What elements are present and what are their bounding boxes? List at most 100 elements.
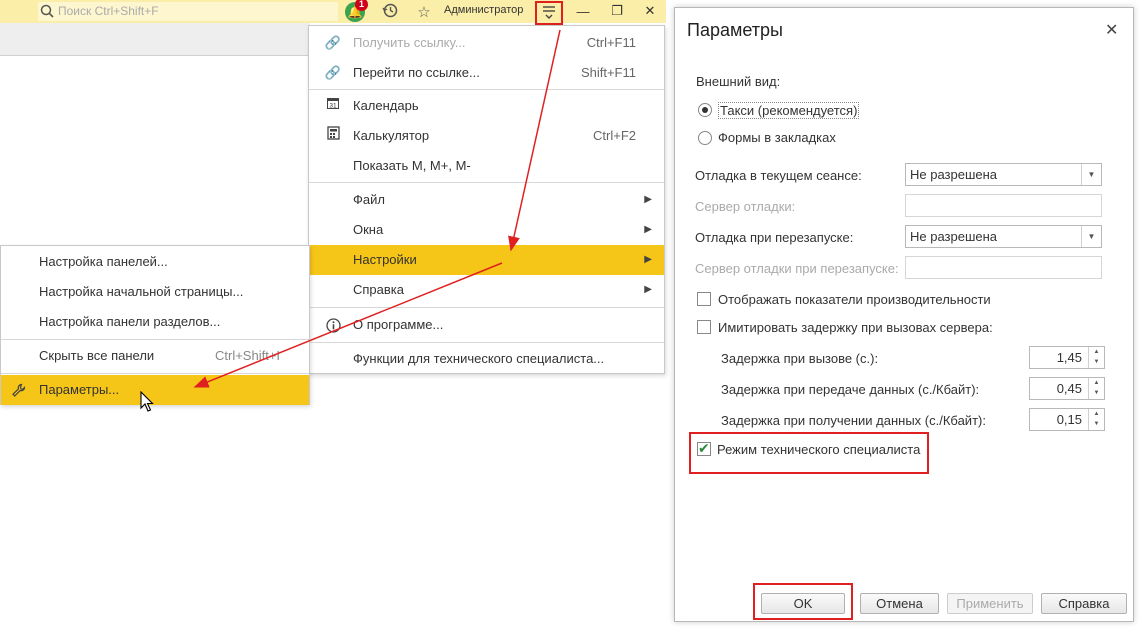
debug-server-restart-input[interactable] xyxy=(905,256,1102,279)
main-menu-icon xyxy=(541,4,557,23)
mouse-cursor-icon xyxy=(140,390,154,416)
calendar-icon: 31 xyxy=(324,91,342,121)
info-icon xyxy=(324,310,342,340)
simulate-delay-label[interactable]: Имитировать задержку при вызовах сервера… xyxy=(718,320,993,335)
debug-restart-select[interactable]: Не разрешена ▼ xyxy=(905,225,1102,248)
menu-item-calendar[interactable]: 31 Календарь xyxy=(309,91,664,121)
svg-text:31: 31 xyxy=(329,103,337,110)
call-delay-label: Задержка при вызове (с.): xyxy=(721,351,879,366)
menu-item-calculator[interactable]: Калькулятор Ctrl+F2 xyxy=(309,121,664,151)
notification-badge: 1 xyxy=(355,0,368,11)
debug-restart-label: Отладка при перезапуске: xyxy=(695,230,854,245)
menu-shortcut: Ctrl+F11 xyxy=(586,35,636,50)
search-input[interactable]: Поиск Ctrl+Shift+F xyxy=(38,2,338,21)
close-icon: ✕ xyxy=(644,3,656,18)
submenu-arrow-icon: ▶ xyxy=(644,254,652,265)
menu-divider xyxy=(309,182,664,183)
notifications-button[interactable]: 🔔 1 xyxy=(344,0,368,23)
dialog-title: Параметры xyxy=(687,20,783,40)
send-delay-label: Задержка при передаче данных (с./Кбайт): xyxy=(721,382,980,397)
spinner-icon[interactable]: ▲ ▼ xyxy=(1088,378,1104,399)
receive-delay-label: Задержка при получении данных (с./Кбайт)… xyxy=(721,413,986,428)
submenu-arrow-icon: ▶ xyxy=(644,194,652,205)
annotation-highlight xyxy=(753,583,853,620)
debug-session-select[interactable]: Не разрешена ▼ xyxy=(905,163,1102,186)
apply-button[interactable]: Применить xyxy=(947,593,1033,614)
call-delay-input[interactable]: 1,45 ▲ ▼ xyxy=(1029,346,1105,369)
star-icon: ☆ xyxy=(417,4,431,21)
minimize-icon: — xyxy=(576,3,590,19)
submenu-item-parameters[interactable]: Параметры... xyxy=(1,375,309,405)
restore-button[interactable]: ❐ xyxy=(602,0,632,22)
radio-taxi[interactable] xyxy=(698,103,712,117)
cancel-button[interactable]: Отмена xyxy=(860,593,939,614)
simulate-delay-checkbox[interactable] xyxy=(697,320,711,334)
menu-divider xyxy=(1,339,309,340)
debug-server-restart-label: Сервер отладки при перезапуске: xyxy=(695,261,899,276)
submenu-item-home-page-setup[interactable]: Настройка начальной страницы... xyxy=(1,277,309,307)
favorites-button[interactable]: ☆ xyxy=(413,1,435,23)
debug-session-value: Не разрешена xyxy=(910,167,998,182)
submenu-arrow-icon: ▶ xyxy=(644,284,652,295)
spinner-icon[interactable]: ▲ ▼ xyxy=(1088,409,1104,430)
help-button[interactable]: Справка xyxy=(1041,593,1127,614)
menu-item-show-m[interactable]: Показать M, M+, M- xyxy=(309,151,664,181)
section-panel xyxy=(0,23,310,56)
user-name[interactable]: Администратор xyxy=(444,0,523,23)
menu-item-settings[interactable]: Настройки ▶ xyxy=(309,245,664,275)
link-icon: 🔗 xyxy=(324,65,342,80)
menu-item-tech-functions[interactable]: Функции для технического специалиста... xyxy=(309,344,664,374)
close-window-button[interactable]: ✕ xyxy=(635,0,665,22)
menu-item-label: Получить ссылку... xyxy=(353,35,466,50)
history-button[interactable] xyxy=(379,1,401,23)
menu-item-windows[interactable]: Окна ▶ xyxy=(309,215,664,245)
submenu-item-panels-setup[interactable]: Настройка панелей... xyxy=(1,247,309,277)
settings-submenu: Настройка панелей... Настройка начальной… xyxy=(0,245,310,405)
show-performance-checkbox[interactable] xyxy=(697,292,711,306)
receive-delay-input[interactable]: 0,15 ▲ ▼ xyxy=(1029,408,1105,431)
send-delay-input[interactable]: 0,45 ▲ ▼ xyxy=(1029,377,1105,400)
spinner-icon[interactable]: ▲ ▼ xyxy=(1088,347,1104,368)
debug-restart-value: Не разрешена xyxy=(910,229,998,244)
menu-item-label: О программе... xyxy=(353,317,444,332)
link-icon: 🔗 xyxy=(324,35,342,50)
menu-item-label: Календарь xyxy=(353,98,419,113)
show-performance-label[interactable]: Отображать показатели производительности xyxy=(718,292,991,307)
submenu-item-hide-all-panels[interactable]: Скрыть все панели Ctrl+Shift+I xyxy=(1,341,309,371)
menu-item-get-link[interactable]: 🔗 Получить ссылку... Ctrl+F11 xyxy=(309,28,664,58)
call-delay-value: 1,45 xyxy=(1056,350,1082,365)
menu-item-file[interactable]: Файл ▶ xyxy=(309,185,664,215)
send-delay-value: 0,45 xyxy=(1056,381,1082,396)
menu-shortcut: Ctrl+Shift+I xyxy=(215,348,281,363)
submenu-item-sections-panel-setup[interactable]: Настройка панели разделов... xyxy=(1,307,309,337)
radio-tabs-label[interactable]: Формы в закладках xyxy=(718,130,836,145)
menu-item-label: Скрыть все панели xyxy=(39,348,155,363)
chevron-down-icon[interactable]: ▼ xyxy=(1081,226,1101,247)
search-placeholder: Поиск Ctrl+Shift+F xyxy=(58,4,159,18)
search-icon xyxy=(40,4,54,24)
history-icon xyxy=(382,2,398,22)
receive-delay-value: 0,15 xyxy=(1056,412,1082,427)
menu-item-label: Справка xyxy=(353,282,404,297)
menu-item-label: Калькулятор xyxy=(353,128,430,143)
debug-session-label: Отладка в текущем сеансе: xyxy=(695,168,862,183)
main-menu: 🔗 Получить ссылку... Ctrl+F11 🔗 Перейти … xyxy=(308,25,665,374)
radio-tabs[interactable] xyxy=(698,131,712,145)
menu-item-go-to-link[interactable]: 🔗 Перейти по ссылке... Shift+F11 xyxy=(309,58,664,88)
menu-item-label: Функции для технического специалиста... xyxy=(353,351,605,366)
minimize-button[interactable]: — xyxy=(568,0,598,22)
main-menu-button[interactable] xyxy=(535,1,563,25)
annotation-highlight xyxy=(689,432,929,474)
debug-server-input[interactable] xyxy=(905,194,1102,217)
menu-divider xyxy=(1,373,309,374)
debug-server-label: Сервер отладки: xyxy=(695,199,796,214)
menu-item-help[interactable]: Справка ▶ xyxy=(309,275,664,305)
chevron-down-icon[interactable]: ▼ xyxy=(1081,164,1101,185)
menu-item-about[interactable]: О программе... xyxy=(309,310,664,340)
menu-shortcut: Ctrl+F2 xyxy=(593,128,636,143)
dialog-close-button[interactable]: ✕ xyxy=(1105,20,1118,40)
menu-item-label: Перейти по ссылке... xyxy=(353,65,480,80)
menu-item-label: Параметры... xyxy=(39,382,120,397)
radio-taxi-label[interactable]: Такси (рекомендуется) xyxy=(718,102,860,119)
wrench-icon xyxy=(11,375,26,405)
